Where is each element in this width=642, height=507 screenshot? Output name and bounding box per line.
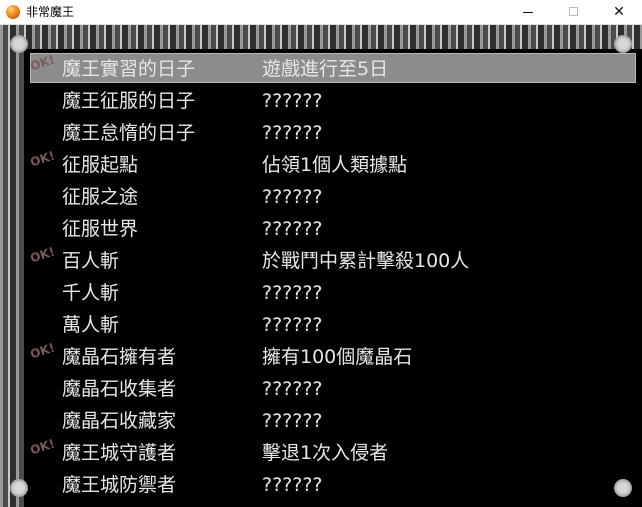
achievement-name: 魔晶石收集者 — [62, 378, 177, 400]
achievement-condition: ?????? — [262, 410, 323, 432]
achievement-row[interactable]: 魔王怠惰的日子?????? — [24, 117, 642, 149]
achievement-condition: 佔領1個人類據點 — [262, 154, 408, 176]
ok-badge: OK! — [28, 148, 57, 170]
achievement-row[interactable]: OK! 魔晶石擁有者 擁有100個魔晶石 — [24, 340, 642, 373]
achievement-name: 魔晶石擁有者 — [62, 346, 177, 368]
achievement-name: 征服之途 — [62, 186, 139, 208]
achievement-name: 魔王城守護者 — [62, 442, 177, 464]
achievement-name: 征服起點 — [62, 154, 139, 176]
title-bar[interactable]: 非常魔王 ✕ — [0, 0, 642, 25]
achievement-row[interactable]: 萬人斬?????? — [24, 309, 642, 341]
achievement-row[interactable]: 魔王城防禦者?????? — [24, 469, 642, 501]
achievement-condition: ?????? — [262, 378, 323, 400]
achievement-row[interactable]: OK! 百人斬 於戰鬥中累計擊殺100人 — [24, 244, 642, 277]
achievement-name: 魔王征服的日子 — [62, 90, 196, 112]
achievement-row[interactable]: OK! 魔王城守護者 擊退1次入侵者 — [24, 436, 642, 469]
ok-badge: OK! — [28, 340, 57, 362]
achievement-name: 魔王城防禦者 — [62, 474, 177, 496]
game-viewport: OK! 魔王實習的日子 遊戲進行至5日 魔王征服的日子?????? 魔王怠惰的日子???… — [0, 25, 642, 507]
bone-frame-border: OK! 魔王實習的日子 遊戲進行至5日 魔王征服的日子?????? 魔王怠惰的日子???… — [0, 25, 642, 507]
achievement-condition: 於戰鬥中累計擊殺100人 — [262, 250, 470, 272]
skull-corner-icon — [614, 35, 632, 53]
skull-corner-icon — [614, 479, 632, 497]
achievement-name: 征服世界 — [62, 218, 139, 240]
achievement-name: 萬人斬 — [62, 314, 120, 336]
achievement-condition: ?????? — [262, 282, 323, 304]
app-window: 非常魔王 ✕ OK! 魔王實習的日子 遊戲進行至5日 魔王征服的日子?????? 魔王怠… — [0, 0, 642, 507]
achievement-name: 魔王實習的日子 — [62, 58, 196, 80]
minimize-button[interactable] — [505, 0, 551, 24]
achievement-row[interactable]: 千人斬?????? — [24, 277, 642, 309]
achievement-condition: ?????? — [262, 474, 323, 496]
skull-corner-icon — [10, 35, 28, 53]
window-title: 非常魔王 — [26, 5, 75, 19]
app-orb-icon — [6, 5, 20, 19]
achievement-condition: ?????? — [262, 218, 323, 240]
achievement-condition: 擊退1次入侵者 — [262, 442, 389, 464]
achievement-condition: ?????? — [262, 186, 323, 208]
ok-badge: OK! — [28, 436, 57, 458]
achievement-row[interactable]: 征服之途?????? — [24, 181, 642, 213]
achievement-name: 魔晶石收藏家 — [62, 410, 177, 432]
achievement-condition: ?????? — [262, 90, 323, 112]
skull-corner-icon — [10, 479, 28, 497]
ok-badge: OK! — [28, 244, 57, 266]
achievement-condition: ?????? — [262, 122, 323, 144]
achievement-row[interactable]: 征服世界?????? — [24, 213, 642, 245]
achievement-name: 魔王怠惰的日子 — [62, 122, 196, 144]
achievement-panel: OK! 魔王實習的日子 遊戲進行至5日 魔王征服的日子?????? 魔王怠惰的日子???… — [24, 49, 642, 507]
achievement-row[interactable]: OK! 征服起點 佔領1個人類據點 — [24, 148, 642, 181]
achievement-row[interactable]: 魔晶石收集者?????? — [24, 373, 642, 405]
achievement-name: 百人斬 — [62, 250, 120, 272]
achievement-name: 千人斬 — [62, 282, 120, 304]
achievement-condition: ?????? — [262, 314, 323, 336]
achievement-condition: 遊戲進行至5日 — [262, 58, 389, 80]
maximize-button[interactable] — [551, 0, 597, 24]
achievement-row[interactable]: 魔晶石收藏家?????? — [24, 405, 642, 437]
achievement-condition: 擁有100個魔晶石 — [262, 346, 413, 368]
close-button[interactable]: ✕ — [596, 0, 642, 24]
achievement-row[interactable]: 魔王征服的日子?????? — [24, 85, 642, 117]
achievement-row[interactable]: OK! 魔王實習的日子 遊戲進行至5日 — [24, 52, 642, 85]
